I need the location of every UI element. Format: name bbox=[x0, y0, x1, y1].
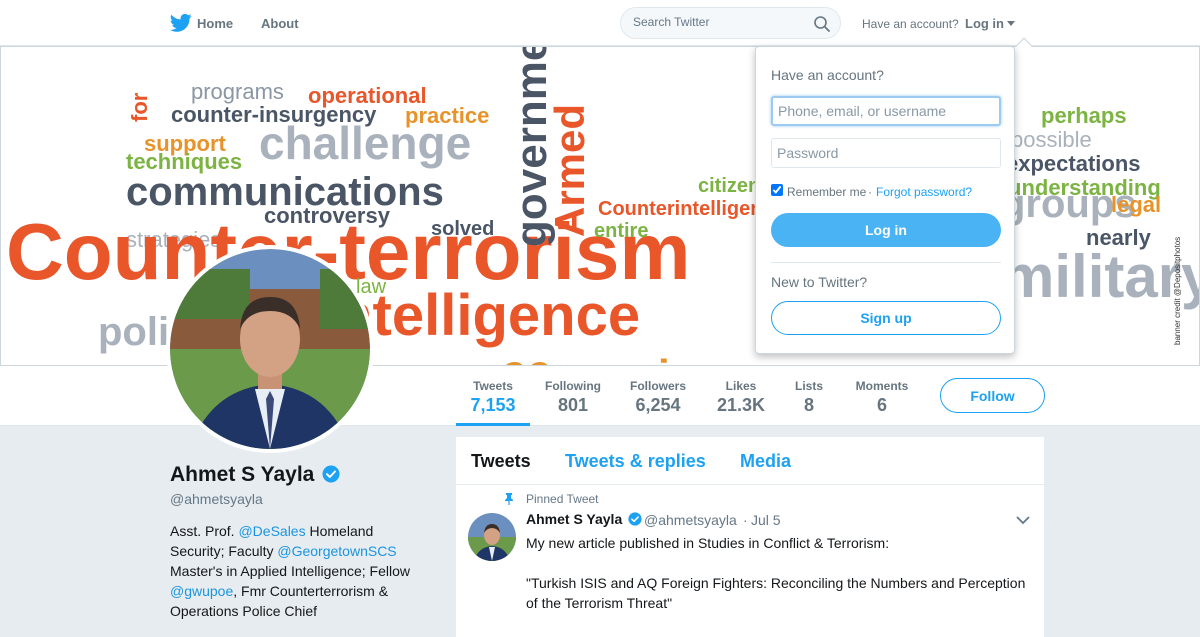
banner-word: entire bbox=[594, 220, 648, 242]
chevron-down-icon[interactable] bbox=[1016, 515, 1030, 525]
bio-mention-link[interactable]: @DeSales bbox=[238, 523, 305, 539]
bio-text: Asst. Prof. bbox=[170, 523, 239, 539]
search-icon[interactable] bbox=[813, 15, 831, 33]
profile-avatar[interactable] bbox=[166, 245, 374, 453]
stat-following[interactable]: Following 801 bbox=[538, 366, 608, 426]
signup-button[interactable]: Sign up bbox=[771, 301, 1001, 335]
new-to-twitter-text: New to Twitter? bbox=[771, 274, 868, 290]
avatar-photo bbox=[170, 249, 370, 449]
twitter-bird-icon[interactable] bbox=[170, 13, 192, 33]
tweet-author-name-text: Ahmet S Yayla bbox=[526, 511, 623, 527]
banner-word: sm bbox=[421, 354, 493, 366]
banner-word: challenge bbox=[259, 117, 471, 169]
search-box[interactable] bbox=[620, 7, 841, 39]
stat-label: Followers bbox=[629, 379, 686, 393]
banner-word: ce bbox=[501, 345, 552, 366]
tweet-avatar-photo bbox=[468, 513, 516, 561]
profile-name[interactable]: Ahmet S Yayla bbox=[170, 463, 340, 487]
stat-lists[interactable]: Lists 8 bbox=[788, 366, 830, 426]
tweet-separator: · bbox=[743, 512, 748, 528]
stat-value: 8 bbox=[803, 395, 814, 415]
tweet-avatar[interactable] bbox=[468, 513, 516, 561]
top-nav: Home About Have an account? Log in bbox=[0, 0, 1200, 46]
bio-text: Master's in Applied Intelligence; Fellow bbox=[170, 563, 411, 579]
banner-word: perhaps bbox=[1041, 103, 1127, 128]
verified-badge-icon bbox=[322, 465, 340, 483]
stat-tweets[interactable]: Tweets 7,153 bbox=[456, 366, 530, 426]
username-field[interactable] bbox=[771, 96, 1001, 126]
login-dropdown: Have an account? Remember me · Forgot pa… bbox=[755, 46, 1015, 354]
stat-value: 7,153 bbox=[470, 395, 516, 415]
profile-name-text: Ahmet S Yayla bbox=[170, 463, 315, 486]
banner-word: Armed bbox=[546, 104, 593, 237]
login-button[interactable]: Log in bbox=[771, 213, 1001, 247]
nav-about-link[interactable]: About bbox=[261, 16, 299, 31]
search-input[interactable] bbox=[633, 15, 803, 29]
tab-media[interactable]: Media bbox=[740, 451, 791, 472]
tweet-text: My new article published in Studies in C… bbox=[526, 535, 1026, 611]
stat-value: 801 bbox=[557, 395, 589, 415]
banner-word: military bbox=[1001, 243, 1200, 310]
stat-value: 6,254 bbox=[635, 395, 681, 415]
stat-label: Moments bbox=[855, 379, 909, 393]
bio-mention-link[interactable]: @gwupoe bbox=[170, 583, 233, 599]
stat-moments[interactable]: Moments 6 bbox=[850, 366, 914, 426]
banner-word: rity bbox=[546, 357, 618, 366]
remember-me-checkbox[interactable] bbox=[771, 184, 783, 196]
profile-bio: Asst. Prof. @DeSales Homeland Security; … bbox=[170, 521, 430, 621]
banner-word: expectations bbox=[1006, 151, 1141, 176]
separator-dot: · bbox=[868, 185, 872, 199]
follow-button[interactable]: Follow bbox=[940, 378, 1045, 413]
password-field[interactable] bbox=[771, 138, 1001, 168]
pinned-label: Pinned Tweet bbox=[526, 492, 599, 506]
banner-word: insu bbox=[658, 351, 744, 366]
banner-word: legal bbox=[1111, 192, 1161, 217]
stat-label: Following bbox=[545, 379, 601, 393]
bio-mention-link[interactable]: @GeorgetownSCS bbox=[277, 543, 396, 559]
banner-word: possible bbox=[1011, 127, 1092, 152]
stat-label: Lists bbox=[794, 379, 823, 393]
verified-badge-icon bbox=[628, 512, 642, 526]
remember-me-label[interactable]: Remember me bbox=[787, 185, 866, 199]
tweet-author-name[interactable]: Ahmet S Yayla bbox=[526, 511, 642, 527]
stat-label: Likes bbox=[725, 379, 757, 393]
timeline: Tweets Tweets & replies Media Pinned Twe… bbox=[456, 437, 1044, 637]
banner-word: programs bbox=[191, 79, 284, 104]
pin-icon bbox=[505, 493, 513, 505]
nav-home-link[interactable]: Home bbox=[197, 16, 233, 31]
stat-likes[interactable]: Likes 21.3K bbox=[710, 366, 772, 426]
divider bbox=[771, 262, 1001, 263]
stat-label: Tweets bbox=[473, 379, 513, 393]
banner-credit: banner credit @Depositphotos bbox=[1173, 236, 1182, 345]
stat-followers[interactable]: Followers 6,254 bbox=[622, 366, 694, 426]
profile-handle[interactable]: @ahmetsyayla bbox=[170, 491, 263, 507]
stat-value: 21.3K bbox=[716, 395, 766, 415]
forgot-password-link[interactable]: Forgot password? bbox=[876, 185, 972, 199]
login-menu-link[interactable]: Log in bbox=[965, 16, 1004, 31]
tab-tweets[interactable]: Tweets bbox=[471, 451, 531, 472]
stat-value: 6 bbox=[876, 395, 887, 415]
tweet-date[interactable]: Jul 5 bbox=[751, 512, 781, 528]
tweet-author-handle[interactable]: @ahmetsyayla bbox=[644, 512, 737, 528]
caret-down-icon[interactable] bbox=[1007, 21, 1015, 26]
banner-word: citizen bbox=[698, 175, 760, 197]
dropdown-title: Have an account? bbox=[771, 67, 884, 83]
timeline-tabs: Tweets Tweets & replies Media bbox=[456, 437, 1044, 485]
banner-word: for bbox=[127, 92, 152, 122]
tab-tweets-replies[interactable]: Tweets & replies bbox=[565, 451, 706, 472]
have-account-text: Have an account? bbox=[862, 17, 959, 31]
